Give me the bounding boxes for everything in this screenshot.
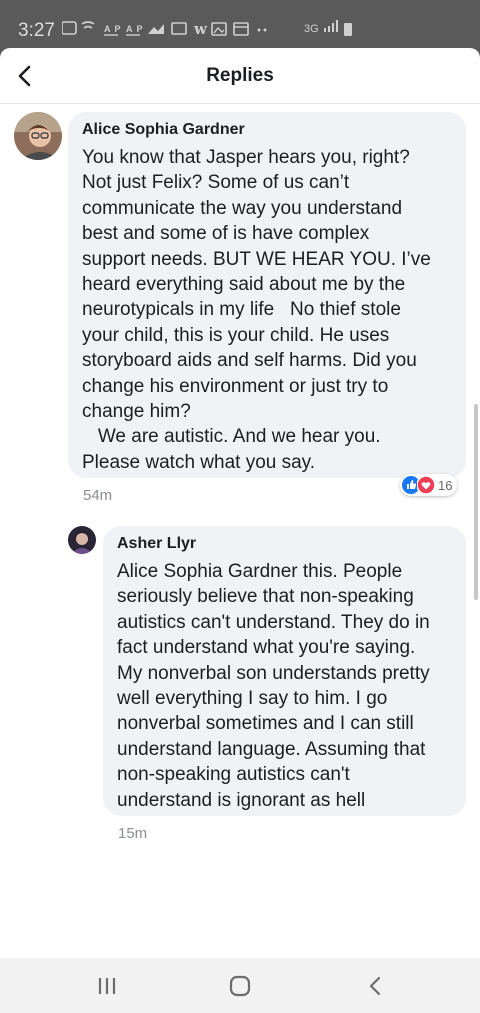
recent-apps-icon[interactable] — [92, 974, 122, 998]
status-bar: 3:27 AP AP w 3G — [0, 0, 480, 48]
page-title: Replies — [206, 65, 274, 86]
back-icon[interactable] — [360, 974, 390, 998]
network-type: 3G — [304, 23, 319, 35]
notification-icons-group: AP AP w — [61, 20, 267, 38]
comment-bubble[interactable]: Asher Llyr Alice Sophia Gardner this. Pe… — [103, 526, 466, 816]
profile-photo-icon — [68, 526, 96, 554]
comment-timestamp: 15m — [118, 825, 148, 842]
reaction-summary[interactable]: 16 — [400, 474, 458, 496]
battery-icon — [344, 23, 352, 36]
love-reaction-icon — [417, 476, 435, 494]
comment-author[interactable]: Alice Sophia Gardner — [82, 121, 245, 139]
replies-sheet: Replies Alice Sophia Gardner You know th… — [0, 48, 480, 958]
network-indicator: 3G — [304, 20, 340, 35]
comment-text: Alice Sophia Gardner this. People seriou… — [117, 561, 430, 811]
home-icon[interactable] — [225, 974, 255, 998]
signal-icon — [323, 20, 338, 32]
comment-text: You know that Jasper hears you, right? N… — [82, 147, 431, 473]
system-nav-bar — [0, 958, 480, 1013]
svg-text:AP: AP — [126, 24, 147, 34]
avatar[interactable] — [68, 526, 96, 554]
scrollbar[interactable] — [474, 404, 478, 600]
status-time: 3:27 — [18, 20, 55, 41]
comment-timestamp: 54m — [83, 487, 113, 504]
svg-text:w: w — [193, 20, 211, 38]
avatar[interactable] — [14, 112, 62, 160]
comment-author[interactable]: Asher Llyr — [117, 535, 196, 553]
profile-photo-icon — [14, 112, 62, 160]
svg-text:AP: AP — [104, 24, 125, 34]
notification-icons: AP AP w — [61, 20, 292, 41]
comment-bubble[interactable]: Alice Sophia Gardner You know that Jaspe… — [68, 112, 466, 478]
header: Replies — [0, 48, 480, 104]
reaction-count: 16 — [438, 477, 453, 493]
